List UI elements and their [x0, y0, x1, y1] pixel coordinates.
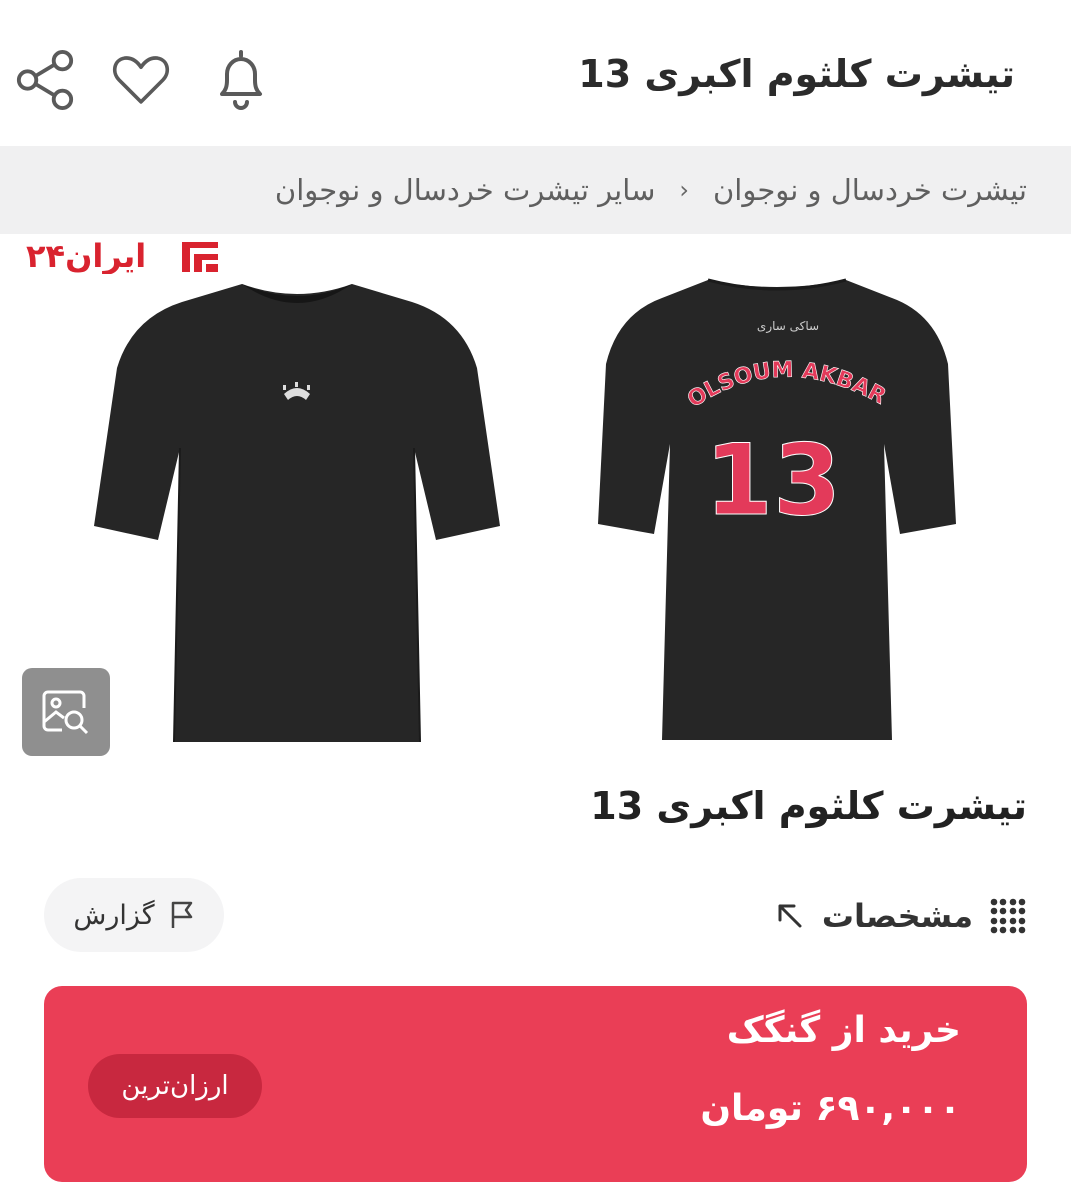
heart-icon[interactable]	[106, 42, 176, 118]
tshirt-front-image[interactable]	[92, 278, 502, 748]
svg-text:ایران۲۴: ایران۲۴	[26, 237, 146, 274]
product-title: تیشرت کلثوم اکبری 13	[590, 784, 1027, 828]
offer-price: ۶۹۰,۰۰۰ تومان	[700, 1088, 961, 1129]
cheapest-badge: ارزان‌ترین	[88, 1054, 262, 1118]
specs-link[interactable]: مشخصات	[774, 892, 1027, 940]
grid-dots-icon	[990, 898, 1026, 934]
back-print-number: 13	[705, 424, 841, 538]
breadcrumb-item-kids-tshirt[interactable]: تیشرت خردسال و نوجوان	[713, 173, 1027, 207]
share-icon[interactable]	[10, 42, 80, 118]
watermark-logo: ایران۲۴	[26, 237, 218, 274]
report-label: گزارش	[73, 899, 155, 931]
header-title: تیشرت کلثوم اکبری 13	[578, 52, 1015, 96]
flag-icon	[171, 901, 192, 928]
specs-label: مشخصات	[821, 897, 973, 935]
arrow-up-left-icon	[778, 904, 802, 928]
breadcrumb-separator: ‹	[679, 176, 689, 204]
bell-icon[interactable]	[206, 42, 276, 118]
report-button[interactable]: گزارش	[44, 878, 224, 952]
top-header: تیشرت کلثوم اکبری 13	[0, 0, 1071, 146]
buy-offer-card[interactable]: خرید از گنگک ۶۹۰,۰۰۰ تومان ارزان‌ترین	[44, 986, 1027, 1182]
product-gallery[interactable]: ایران۲۴ ساکی ساری KOLSOUM AKBARI 13	[0, 234, 1071, 764]
image-search-button[interactable]	[22, 668, 110, 756]
image-search-icon	[42, 690, 89, 735]
back-small-text: ساکی ساری	[757, 319, 819, 334]
tshirt-back-image[interactable]: ساکی ساری KOLSOUM AKBARI 13	[596, 274, 958, 746]
breadcrumb: تیشرت خردسال و نوجوان ‹ سایر تیشرت خردسا…	[0, 146, 1071, 234]
seller-title: خرید از گنگک	[726, 1010, 961, 1051]
breadcrumb-item-other-kids-tshirt[interactable]: سایر تیشرت خردسال و نوجوان	[275, 173, 655, 207]
